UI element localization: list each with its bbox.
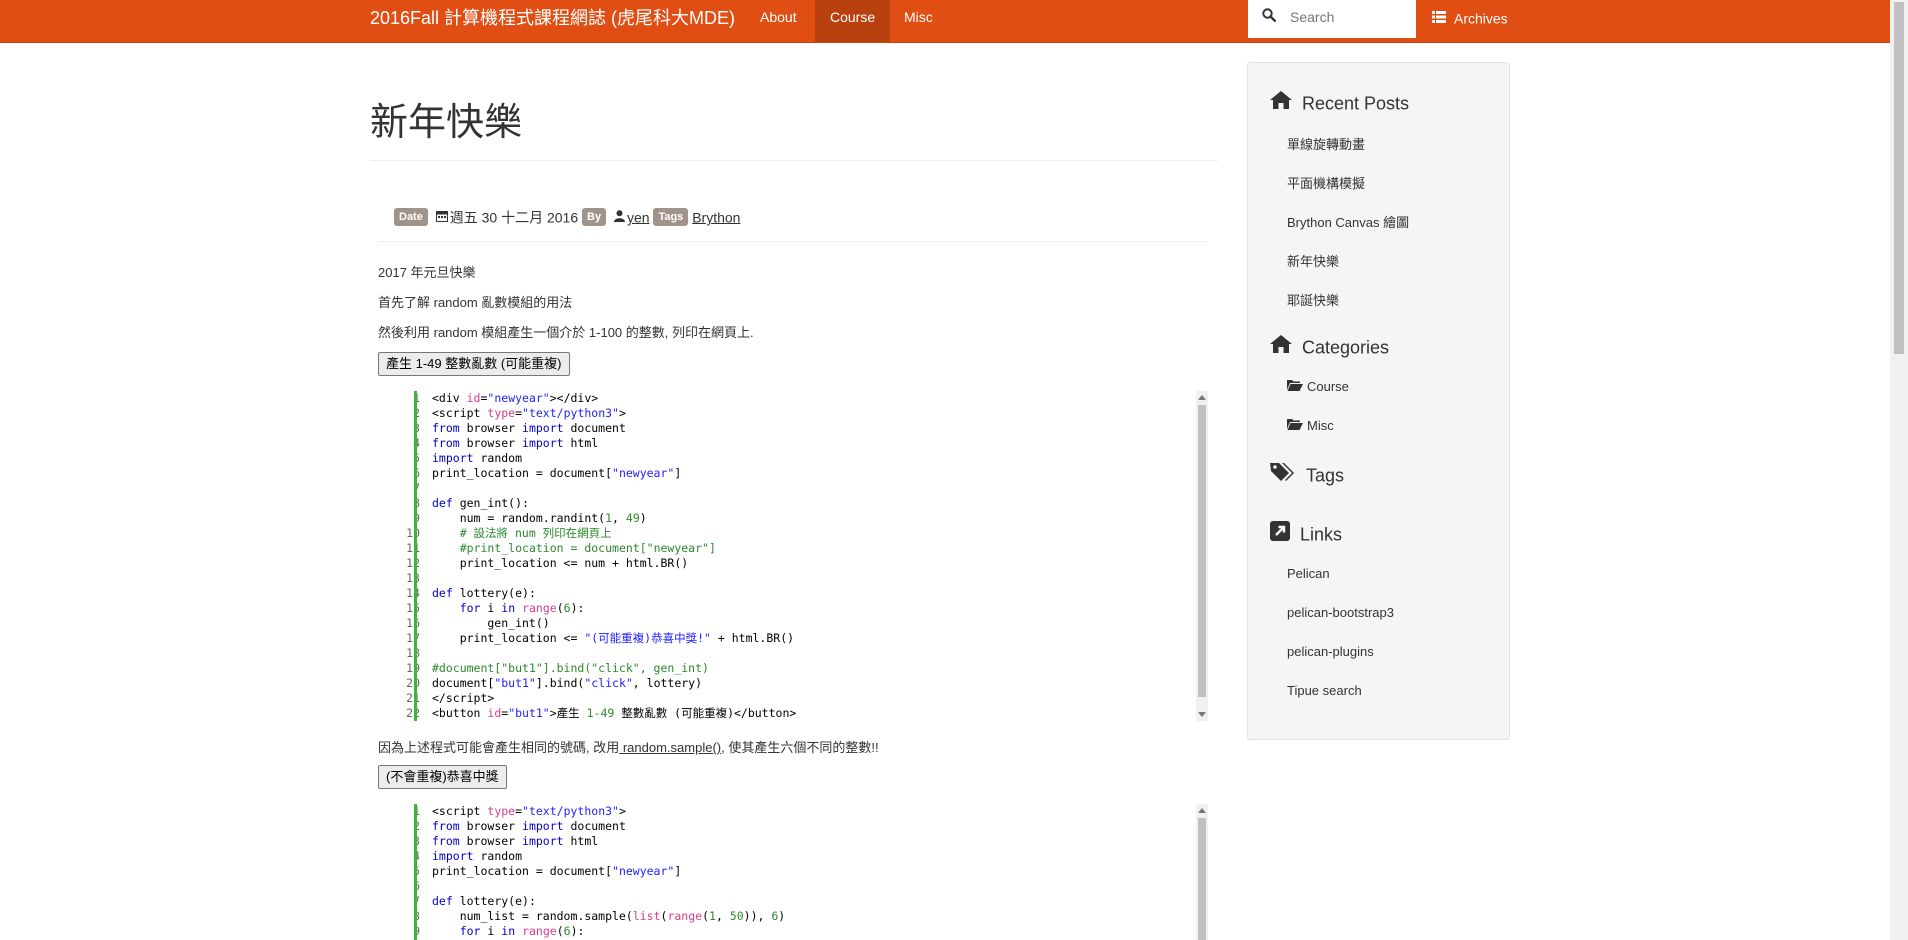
link-tipue-search[interactable]: Tipue search [1287,683,1362,698]
list-icon [1432,1,1446,35]
category-link-course[interactable]: Course [1287,378,1349,394]
code-scrollbar-thumb-2[interactable] [1198,818,1206,940]
recent-posts-heading: Recent Posts [1270,89,1409,115]
page-scrollbar-thumb[interactable] [1894,2,1904,354]
link-pelican[interactable]: Pelican [1287,566,1330,581]
nav-item-misc[interactable]: Misc [889,0,948,42]
code-block-2: 123456789 <script type="text/python3"> f… [378,804,1208,940]
by-label: By [582,208,607,227]
scroll-up-arrow-icon[interactable] [1198,395,1206,400]
links-heading: Links [1270,520,1342,546]
paragraph-1: 2017 年元旦快樂 [378,265,476,280]
recent-post-link-3[interactable]: Brython Canvas 繪圖 [1287,212,1409,231]
nav-item-about[interactable]: About [745,0,812,42]
recent-post-link-2[interactable]: 平面機構模擬 [1287,173,1365,192]
home-icon [1270,90,1292,116]
archives-label: Archives [1454,10,1508,27]
code-scrollbar-2[interactable] [1196,804,1208,940]
date-value: 週五 30 十二月 2016 [449,209,579,226]
home-icon [1270,334,1292,360]
user-icon [613,207,625,227]
paragraph-4-text-end: , 使其產生六個不同的整數!! [721,740,879,755]
tags-icon [1270,462,1296,489]
recent-post-link-1[interactable]: 單線旋轉動畫 [1287,134,1365,153]
author-link[interactable]: yen [627,209,650,225]
date-label: Date [394,208,428,227]
page-scrollbar[interactable] [1890,0,1908,940]
tags-heading: Tags [1270,461,1344,487]
recent-post-link-4[interactable]: 新年快樂 [1287,251,1339,270]
code-content: <div id="newyear"></div> <script type="t… [432,391,797,720]
nav-item-course[interactable]: Course [815,0,890,42]
folder-open-icon [1287,418,1303,433]
search-box [1248,0,1416,38]
paragraph-4: 因為上述程式可能會產生相同的號碼, 改用 random.sample(), 使其… [378,737,879,756]
scroll-up-arrow-icon[interactable] [1198,808,1206,813]
search-input[interactable] [1288,6,1410,28]
tag-link-brython[interactable]: Brython [692,209,740,225]
code-scrollbar-thumb-1[interactable] [1198,405,1206,697]
brand-link[interactable]: 2016Fall 計算機程式課程網誌 (虎尾科大MDE) [370,0,735,36]
code-content: <script type="text/python3"> from browse… [432,804,786,938]
random-sample-link[interactable]: random.sample() [619,740,721,755]
code-scrollbar-1[interactable] [1196,391,1208,721]
calendar-icon [435,207,448,227]
folder-open-icon [1287,379,1303,394]
paragraph-3: 然後利用 random 模組產生一個介於 1-100 的整數, 列印在網頁上. [378,325,754,340]
scroll-down-arrow-icon[interactable] [1198,712,1206,717]
paragraph-2: 首先了解 random 亂數模組的用法 [378,295,573,310]
code-highlight-bar [414,391,417,721]
lottery-button[interactable]: 產生 1-49 整數亂數 (可能重複) [378,352,570,376]
recent-post-link-5[interactable]: 耶誕快樂 [1287,290,1339,309]
code-block-1: 12345678910111213141516171819202122 <div… [378,391,1208,721]
page-title: 新年快樂 [370,102,523,144]
link-pelican-bootstrap3[interactable]: pelican-bootstrap3 [1287,605,1394,620]
meta-divider [378,241,1208,242]
title-divider [370,160,1218,161]
code-highlight-bar [414,804,417,940]
categories-heading: Categories [1270,333,1389,359]
navbar: 2016Fall 計算機程式課程網誌 (虎尾科大MDE) About Cours… [0,0,1890,43]
paragraph-4-text: 因為上述程式可能會產生相同的號碼, 改用 [378,740,620,755]
archives-link[interactable]: Archives [1432,0,1508,34]
link-pelican-plugins[interactable]: pelican-plugins [1287,644,1374,659]
article-meta: Date 週五 30 十二月 2016 By yen Tags Brython [394,206,740,227]
sidebar: Recent Posts 單線旋轉動畫 平面機構模擬 Brython Canva… [1247,62,1510,740]
external-link-icon [1270,520,1290,548]
category-link-misc[interactable]: Misc [1287,417,1334,433]
tags-label: Tags [653,208,689,227]
unique-lottery-button[interactable]: (不會重複)恭喜中獎 [378,765,507,789]
search-icon [1262,8,1277,27]
